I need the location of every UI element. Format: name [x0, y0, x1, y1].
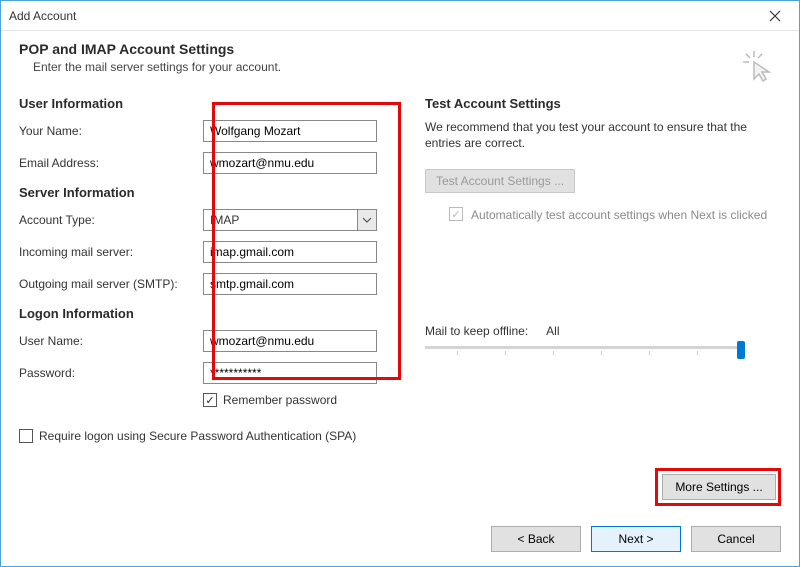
account-type-dropdown-button[interactable]: [357, 209, 377, 231]
header-title: POP and IMAP Account Settings: [19, 41, 781, 57]
close-button[interactable]: [755, 2, 795, 30]
spa-row: Require logon using Secure Password Auth…: [19, 429, 397, 443]
chevron-down-icon: [362, 217, 372, 223]
outgoing-input[interactable]: [203, 273, 377, 295]
right-column: Test Account Settings We recommend that …: [425, 96, 781, 443]
left-column: User Information Your Name: Email Addres…: [19, 96, 397, 443]
mail-offline-label: Mail to keep offline:: [425, 324, 528, 338]
dialog-footer: < Back Next > Cancel: [491, 526, 781, 552]
auto-test-label: Automatically test account settings when…: [471, 207, 767, 223]
label-email: Email Address:: [19, 156, 203, 170]
mail-offline-value: All: [546, 324, 559, 338]
add-account-dialog: Add Account POP and IMAP Account Setting…: [0, 0, 800, 567]
mail-offline-row: Mail to keep offline: All: [425, 324, 781, 338]
header-subtitle: Enter the mail server settings for your …: [33, 60, 781, 74]
row-password: Password:: [19, 361, 397, 385]
label-incoming: Incoming mail server:: [19, 245, 203, 259]
auto-test-checkbox: ✓: [449, 207, 463, 221]
slider-ticks: [425, 349, 745, 355]
label-password: Password:: [19, 366, 203, 380]
back-button[interactable]: < Back: [491, 526, 581, 552]
account-type-value: IMAP: [203, 209, 357, 231]
section-logon-info: Logon Information: [19, 306, 397, 321]
spa-checkbox[interactable]: [19, 429, 33, 443]
your-name-input[interactable]: [203, 120, 377, 142]
remember-password-label: Remember password: [223, 393, 337, 407]
auto-test-row: ✓ Automatically test account settings wh…: [449, 207, 781, 223]
dialog-body: User Information Your Name: Email Addres…: [1, 90, 799, 443]
section-server-info: Server Information: [19, 185, 397, 200]
dialog-header: POP and IMAP Account Settings Enter the …: [1, 31, 799, 90]
row-email: Email Address:: [19, 151, 397, 175]
cursor-icon: [741, 49, 775, 86]
section-test-settings: Test Account Settings: [425, 96, 781, 111]
label-outgoing: Outgoing mail server (SMTP):: [19, 277, 203, 291]
test-account-settings-button[interactable]: Test Account Settings ...: [425, 169, 575, 193]
label-account-type: Account Type:: [19, 213, 203, 227]
username-input[interactable]: [203, 330, 377, 352]
titlebar: Add Account: [1, 1, 799, 31]
email-input[interactable]: [203, 152, 377, 174]
label-your-name: Your Name:: [19, 124, 203, 138]
row-your-name: Your Name:: [19, 119, 397, 143]
incoming-input[interactable]: [203, 241, 377, 263]
row-incoming: Incoming mail server:: [19, 240, 397, 264]
row-username: User Name:: [19, 329, 397, 353]
password-input[interactable]: [203, 362, 377, 384]
remember-password-row: ✓ Remember password: [203, 393, 397, 407]
close-icon: [769, 10, 781, 22]
next-button[interactable]: Next >: [591, 526, 681, 552]
window-title: Add Account: [9, 9, 76, 23]
section-user-info: User Information: [19, 96, 397, 111]
test-description: We recommend that you test your account …: [425, 119, 781, 151]
spa-label: Require logon using Secure Password Auth…: [39, 429, 356, 443]
row-account-type: Account Type: IMAP: [19, 208, 397, 232]
row-outgoing: Outgoing mail server (SMTP):: [19, 272, 397, 296]
remember-password-checkbox[interactable]: ✓: [203, 393, 217, 407]
account-type-select[interactable]: IMAP: [203, 209, 377, 231]
cancel-button[interactable]: Cancel: [691, 526, 781, 552]
more-settings-button[interactable]: More Settings ...: [662, 474, 776, 500]
label-username: User Name:: [19, 334, 203, 348]
